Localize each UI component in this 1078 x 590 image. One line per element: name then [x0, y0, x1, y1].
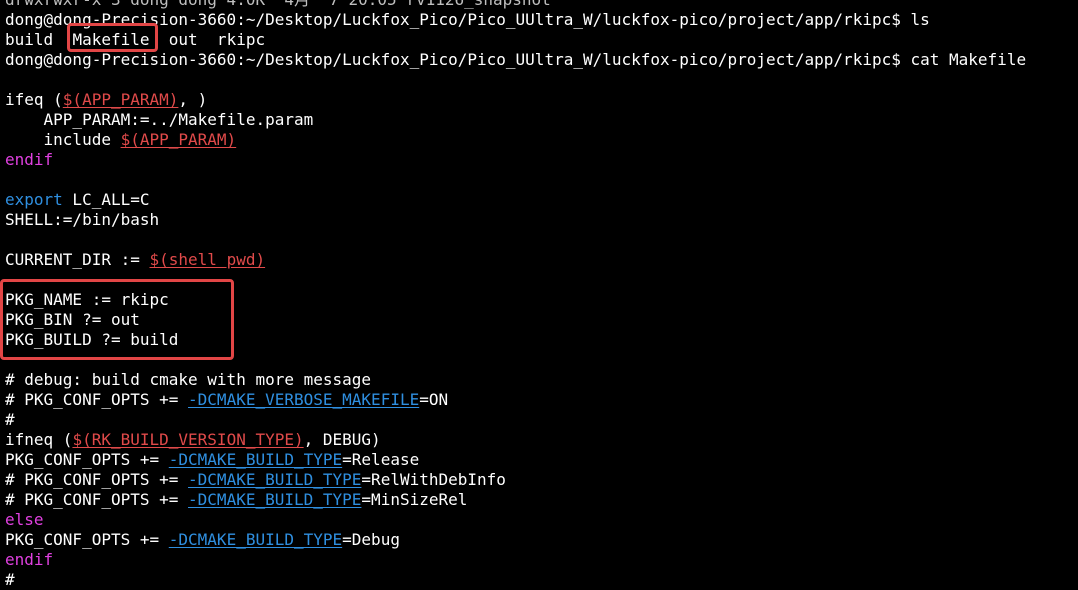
- terminal-line: build Makefile out rkipc: [0, 30, 1078, 50]
- terminal-line: #: [0, 410, 1078, 430]
- terminal-text-segment: # debug: build cmake with more message: [5, 370, 372, 389]
- terminal-line: # PKG_CONF_OPTS += -DCMAKE_BUILD_TYPE=Mi…: [0, 490, 1078, 510]
- terminal-text-segment: =ON: [419, 390, 449, 409]
- terminal-text-segment: APP_PARAM:=../Makefile.param: [5, 110, 314, 129]
- terminal-text-segment: else: [5, 510, 44, 529]
- terminal-text-segment: dong@dong-Precision-3660:~/Desktop/Luckf…: [5, 50, 1027, 69]
- terminal-text-segment: $(APP_PARAM): [120, 130, 237, 149]
- terminal-text-segment: endif: [5, 150, 54, 169]
- terminal-text-segment: PKG_CONF_OPTS +=: [5, 450, 169, 469]
- terminal-text-segment: #: [5, 410, 15, 429]
- terminal-text-segment: =Release: [342, 450, 420, 469]
- terminal-text-segment: endif: [5, 550, 54, 569]
- terminal-text-segment: -DCMAKE_BUILD_TYPE: [168, 530, 343, 549]
- terminal-text-segment: # PKG_CONF_OPTS +=: [5, 470, 189, 489]
- terminal-line: PKG_CONF_OPTS += -DCMAKE_BUILD_TYPE=Rele…: [0, 450, 1078, 470]
- terminal-text-segment: $(RK_BUILD_VERSION_TYPE): [72, 430, 304, 449]
- terminal-text-segment: , ): [178, 90, 208, 109]
- terminal-text-segment: , DEBUG): [303, 430, 381, 449]
- terminal-text-segment: export: [5, 190, 63, 209]
- terminal-line: endif: [0, 550, 1078, 570]
- terminal-text-segment: ifeq (: [5, 90, 63, 109]
- terminal-line: # PKG_CONF_OPTS += -DCMAKE_BUILD_TYPE=Re…: [0, 470, 1078, 490]
- terminal-text-segment: =Debug: [342, 530, 400, 549]
- terminal-line: endif: [0, 150, 1078, 170]
- terminal-line: #: [0, 570, 1078, 590]
- terminal-line: # debug: build cmake with more message: [0, 370, 1078, 390]
- terminal-text-segment: ifneq (: [5, 430, 73, 449]
- pkg-variables-highlight-box: [0, 279, 234, 360]
- terminal-line: dong@dong-Precision-3660:~/Desktop/Luckf…: [0, 50, 1078, 70]
- terminal-line: APP_PARAM:=../Makefile.param: [0, 110, 1078, 130]
- terminal-text-segment: include: [5, 130, 121, 149]
- terminal-text-segment: -DCMAKE_BUILD_TYPE: [188, 470, 362, 489]
- terminal-text-segment: build: [5, 30, 73, 49]
- terminal-line: ifneq ($(RK_BUILD_VERSION_TYPE), DEBUG): [0, 430, 1078, 450]
- terminal-text-segment: LC_ALL=C: [62, 190, 150, 209]
- terminal-line: drwxrwxr-x 3 dong dong 4.0K 4月 7 20:05 r…: [0, 0, 1078, 10]
- terminal-text-segment: drwxrwxr-x 3 dong dong 4.0K 4月 7 20:05 r…: [5, 0, 551, 9]
- terminal-text-segment: out rkipc: [149, 30, 266, 49]
- terminal-line: else: [0, 510, 1078, 530]
- terminal-line: CURRENT_DIR := $(shell pwd): [0, 250, 1078, 270]
- terminal-text-segment: SHELL:=/bin/bash: [5, 210, 160, 229]
- terminal-text-segment: $(APP_PARAM): [62, 90, 179, 109]
- terminal-line: # PKG_CONF_OPTS += -DCMAKE_VERBOSE_MAKEF…: [0, 390, 1078, 410]
- terminal-line: ifeq ($(APP_PARAM), ): [0, 90, 1078, 110]
- terminal-line: PKG_CONF_OPTS += -DCMAKE_BUILD_TYPE=Debu…: [0, 530, 1078, 550]
- terminal-text-segment: -DCMAKE_BUILD_TYPE: [168, 450, 343, 469]
- terminal-line: SHELL:=/bin/bash: [0, 210, 1078, 230]
- terminal-text-segment: =MinSizeRel: [361, 490, 468, 509]
- terminal-line: dong@dong-Precision-3660:~/Desktop/Luckf…: [0, 10, 1078, 30]
- terminal-text-segment: PKG_CONF_OPTS +=: [5, 530, 169, 549]
- terminal-text-segment: -DCMAKE_BUILD_TYPE: [188, 490, 362, 509]
- terminal-line: export LC_ALL=C: [0, 190, 1078, 210]
- terminal-text-segment: # PKG_CONF_OPTS +=: [5, 490, 189, 509]
- terminal-text-segment: # PKG_CONF_OPTS +=: [5, 390, 189, 409]
- terminal-text-segment: -DCMAKE_VERBOSE_MAKEFILE: [188, 390, 420, 409]
- terminal-text-segment: CURRENT_DIR :=: [5, 250, 150, 269]
- terminal-text-segment: $(shell pwd): [149, 250, 266, 269]
- terminal-line: include $(APP_PARAM): [0, 130, 1078, 150]
- terminal-text-segment: =RelWithDebInfo: [361, 470, 506, 489]
- makefile-highlight-box: [67, 23, 158, 52]
